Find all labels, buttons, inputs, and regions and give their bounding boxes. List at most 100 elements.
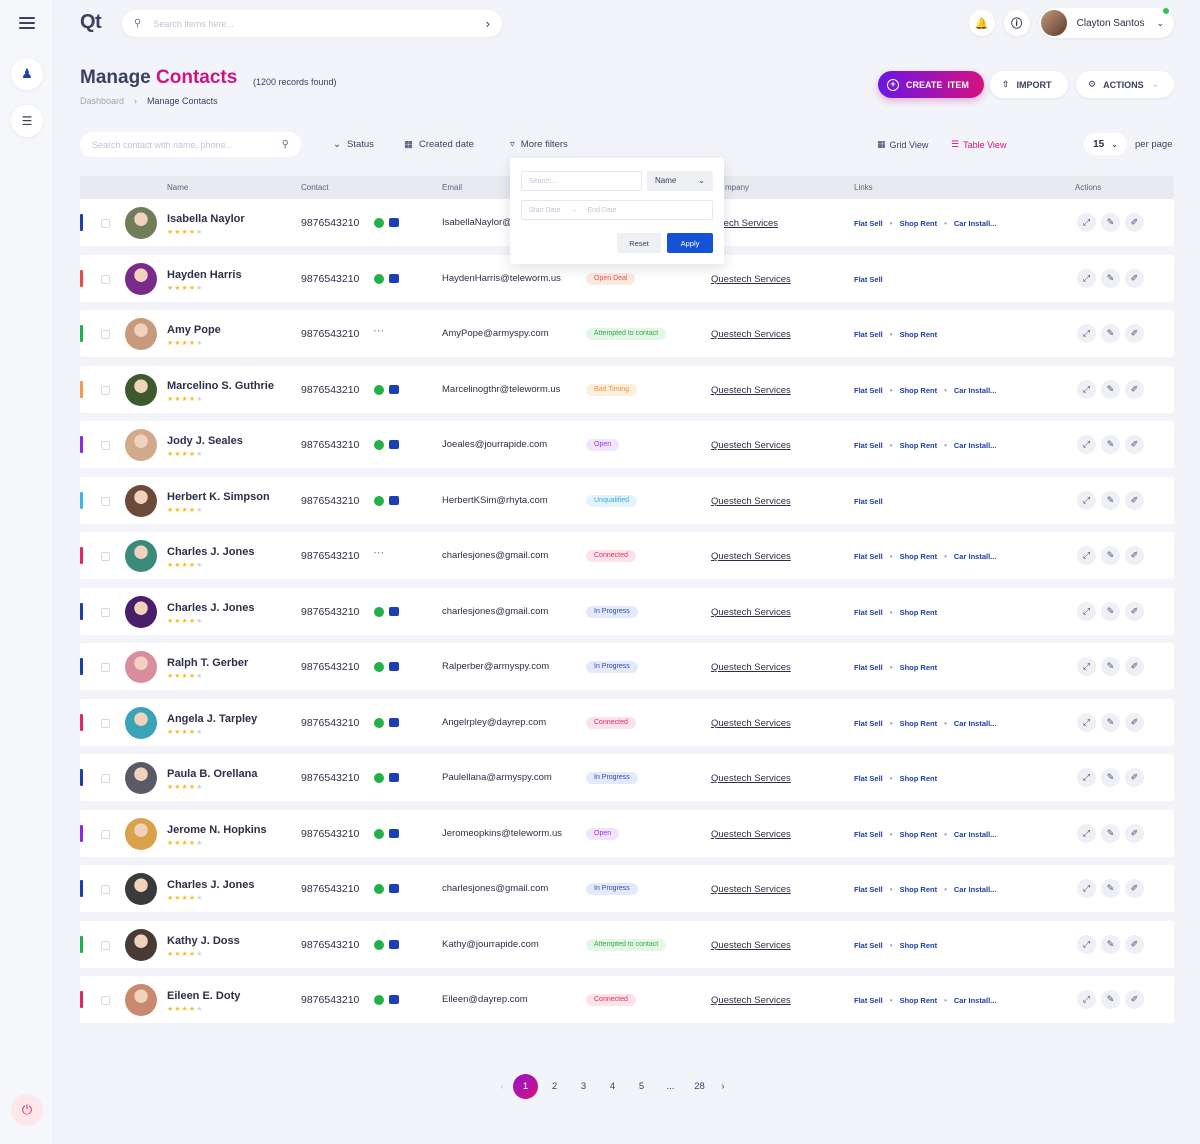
link-item[interactable]: Flat Sell [854,219,883,228]
whatsapp-icon[interactable] [374,773,384,783]
field-select[interactable]: Name ⌄ [647,171,713,191]
expand-button[interactable]: ⤢ [1077,268,1096,288]
attach-button[interactable]: ✐ [1125,490,1144,510]
link-item[interactable]: Flat Sell [854,497,883,506]
expand-button[interactable]: ⤢ [1077,768,1096,787]
link-item[interactable]: Shop Rent [900,663,938,672]
row-checkbox[interactable] [101,885,110,894]
edit-button[interactable]: ✎ [1101,213,1120,232]
company-link[interactable]: Questech Services [711,607,791,618]
company-link[interactable]: Questech Services [711,385,791,396]
edit-button[interactable]: ✎ [1101,712,1120,732]
message-icon[interactable] [389,717,399,727]
link-item[interactable]: Shop Rent [900,996,938,1005]
contact-name[interactable]: Charles J. Jones [167,602,254,614]
link-item[interactable]: Shop Rent [900,552,938,561]
message-icon[interactable] [389,662,399,671]
contacts-nav-button[interactable]: ♟ [11,58,43,90]
table-row[interactable]: Marcelino S. Guthrie ★★★★★ 9876543210 Marce… [80,365,1174,413]
attach-button[interactable]: ✐ [1125,546,1144,565]
row-checkbox[interactable] [101,385,110,395]
column-header-email[interactable]: Email [442,183,462,192]
column-header-links[interactable]: Links [854,183,873,192]
contact-name[interactable]: Charles J. Jones [167,879,254,891]
page-button[interactable]: 1 [513,1074,538,1099]
link-item[interactable]: Flat Sell [854,941,883,950]
whatsapp-icon[interactable] [374,273,384,284]
whatsapp-icon[interactable] [374,662,384,672]
company-link[interactable]: Questech Services [711,551,791,562]
table-row[interactable]: Jody J. Seales ★★★★★ 9876543210 Joeales@jou… [80,421,1174,468]
reset-button[interactable]: Reset [617,233,661,253]
expand-button[interactable]: ⤢ [1077,435,1096,454]
edit-button[interactable]: ✎ [1101,268,1120,288]
link-item[interactable]: Shop Rent [900,441,938,450]
company-link[interactable]: Questech Services [711,884,791,895]
logout-button[interactable]: ⏻ [11,1094,43,1126]
edit-button[interactable]: ✎ [1101,768,1120,787]
link-item[interactable]: Flat Sell [854,441,883,450]
link-item[interactable]: Car Install... [954,219,997,228]
expand-button[interactable]: ⤢ [1077,324,1096,343]
contact-name[interactable]: Kathy J. Doss [167,935,240,947]
attach-button[interactable]: ✐ [1125,879,1144,898]
company-link[interactable]: Questech Services [711,662,791,673]
edit-button[interactable]: ✎ [1101,490,1120,510]
company-link[interactable]: Questech Services [711,329,791,340]
attach-button[interactable]: ✐ [1125,435,1144,454]
link-item[interactable]: Shop Rent [900,941,938,950]
contact-name[interactable]: Amy Pope [167,324,221,336]
global-search[interactable]: ⚲ Search items here... › [122,10,502,37]
table-row[interactable]: Charles J. Jones ★★★★★ 9876543210 ⋯ charlesj… [80,532,1174,579]
row-checkbox[interactable] [101,718,110,728]
edit-button[interactable]: ✎ [1101,435,1120,454]
expand-button[interactable]: ⤢ [1077,712,1096,732]
page-button[interactable]: 5 [627,1081,656,1092]
company-link[interactable]: Questech Services [711,995,791,1006]
actions-button[interactable]: ⚙ ACTIONS ⌄ [1076,71,1174,98]
user-menu[interactable]: Clayton Santos ⌄ [1038,8,1174,38]
message-icon[interactable] [389,495,399,505]
message-icon[interactable] [389,828,399,838]
row-checkbox[interactable] [101,330,110,339]
edit-button[interactable]: ✎ [1101,879,1120,898]
link-item[interactable]: Flat Sell [854,386,883,395]
message-icon[interactable] [389,273,399,283]
contact-name[interactable]: Angela J. Tarpley [167,713,257,725]
info-button[interactable]: ⓘ [1003,10,1030,36]
link-item[interactable]: Car Install... [954,552,997,561]
table-row[interactable]: Eileen E. Doty ★★★★★ 9876543210 Eileen@dayr… [80,976,1174,1023]
table-row[interactable]: Charles J. Jones ★★★★★ 9876543210 charlesjo… [80,587,1174,635]
company-link[interactable]: Questech Services [711,718,791,729]
table-row[interactable]: Herbert K. Simpson ★★★★★ 9876543210 Herbert… [80,476,1174,524]
contact-name[interactable]: Eileen E. Doty [167,990,240,1002]
whatsapp-icon[interactable] [374,939,384,950]
contact-name[interactable]: Isabella Naylor [167,213,245,225]
attach-button[interactable]: ✐ [1125,657,1144,676]
attach-button[interactable]: ✐ [1125,324,1144,343]
edit-button[interactable]: ✎ [1101,546,1120,565]
page-button[interactable]: 28 [685,1081,714,1092]
row-checkbox[interactable] [101,829,110,839]
company-link[interactable]: Questech Services [711,496,791,507]
create-item-button[interactable]: + CREATE ITEM [878,71,984,98]
attach-button[interactable]: ✐ [1125,768,1144,787]
edit-button[interactable]: ✎ [1101,324,1120,343]
message-icon[interactable] [389,995,399,1004]
link-item[interactable]: Flat Sell [854,330,883,339]
table-row[interactable]: Amy Pope ★★★★★ 9876543210 ⋯ AmyPope@armyspy.… [80,310,1174,357]
whatsapp-icon[interactable] [374,440,384,450]
row-checkbox[interactable] [101,496,110,506]
link-item[interactable]: Shop Rent [900,608,938,617]
table-row[interactable]: Paula B. Orellana ★★★★★ 9876543210 Paulella… [80,754,1174,801]
link-item[interactable]: Flat Sell [854,830,883,839]
link-item[interactable]: Flat Sell [854,275,883,284]
page-button[interactable]: 2 [540,1081,569,1092]
notification-button[interactable]: 🔔 [968,10,995,36]
layers-nav-button[interactable]: ☰ [11,105,43,137]
edit-button[interactable]: ✎ [1101,823,1120,843]
attach-button[interactable]: ✐ [1125,268,1144,288]
chevron-right-icon[interactable]: › [486,16,490,31]
edit-button[interactable]: ✎ [1101,990,1120,1009]
contact-search[interactable]: Search contact with name, phone... ⚲ [80,132,301,157]
